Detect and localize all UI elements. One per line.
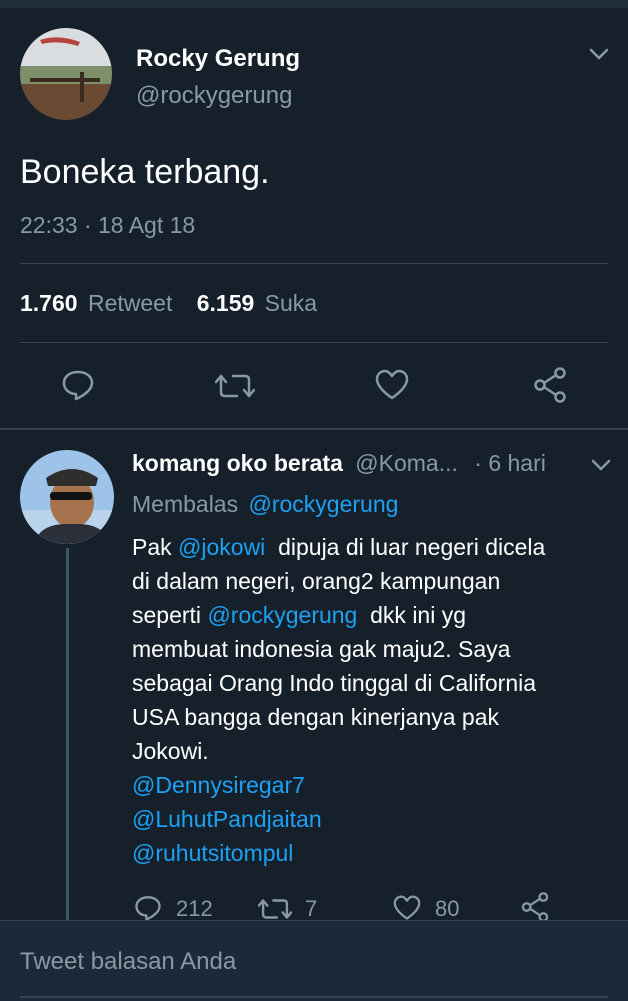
mention-luhutpandjaitan[interactable]: @LuhutPandjaitan (132, 802, 602, 836)
mention-jokowi[interactable]: @jokowi (178, 534, 265, 560)
reply-author-name[interactable]: komang oko berata (132, 450, 343, 476)
reply-author-handle[interactable]: @Koma... (355, 450, 458, 476)
text-line: Jokowi. (132, 738, 209, 764)
heart-icon[interactable] (374, 369, 410, 401)
replying-prefix: Membalas (132, 491, 239, 517)
reply-icon[interactable] (60, 368, 96, 402)
reply-retweet-count: 7 (305, 896, 318, 921)
author-avatar[interactable] (20, 28, 112, 120)
divider (20, 342, 608, 343)
chevron-down-icon[interactable] (588, 46, 610, 62)
retweet-count[interactable]: 1.760 (20, 290, 78, 316)
text-line: sebagai Orang Indo tinggal di California (132, 670, 537, 696)
retweet-label[interactable]: Retweet (88, 290, 172, 316)
reply-count: 212 (176, 896, 213, 921)
mention-ruhutsitompul[interactable]: @ruhutsitompul (132, 836, 602, 870)
text-fragment: dkk ini yg (370, 602, 467, 628)
replying-to: Membalas @rockygerung (132, 491, 398, 518)
reply-icon[interactable] (133, 894, 163, 922)
replying-to-mention[interactable]: @rockygerung (249, 491, 399, 517)
text-fragment: Pak (132, 534, 172, 560)
divider (0, 428, 628, 430)
text-fragment: seperti (132, 602, 202, 628)
reply-input[interactable]: Tweet balasan Anda (20, 948, 236, 976)
retweet-icon[interactable] (215, 372, 255, 400)
reply-like-count: 80 (435, 896, 460, 921)
author-name[interactable]: Rocky Gerung (136, 45, 300, 73)
like-label[interactable]: Suka (265, 290, 317, 316)
text-line: membuat indonesia gak maju2. Saya (132, 636, 511, 662)
reply-header: komang oko berata @Koma... · 6 hari (132, 450, 546, 477)
tweet-text: Boneka terbang. (20, 153, 270, 191)
mention-dennysiregar7[interactable]: @Dennysiregar7 (132, 768, 602, 802)
top-bar (0, 0, 628, 8)
text-line: USA bangga dengan kinerjanya pak (132, 704, 500, 730)
heart-icon[interactable] (392, 895, 422, 921)
tweet-stats: 1.760 Retweet 6.159 Suka (20, 290, 317, 317)
chevron-down-icon[interactable] (590, 457, 612, 473)
like-count[interactable]: 6.159 (197, 290, 255, 316)
text-line: di dalam negeri, orang2 kampungan (132, 568, 501, 594)
reply-time[interactable]: · 6 hari (474, 450, 546, 476)
author-handle[interactable]: @rockygerung (136, 82, 292, 110)
tweet-timestamp[interactable]: 22:33 · 18 Agt 18 (20, 212, 195, 239)
reply-text: Pak @jokowi dipuja di luar negeri dicela… (132, 530, 602, 870)
reply-input-underline (20, 996, 608, 998)
text-fragment: dipuja di luar negeri dicela (278, 534, 546, 560)
reply-author-avatar[interactable] (20, 450, 114, 544)
share-icon[interactable] (520, 892, 550, 922)
share-icon[interactable] (532, 367, 568, 403)
retweet-icon[interactable] (258, 897, 292, 921)
mention-rockygerung[interactable]: @rockygerung (207, 602, 357, 628)
thread-line (66, 548, 69, 920)
divider (20, 263, 608, 264)
